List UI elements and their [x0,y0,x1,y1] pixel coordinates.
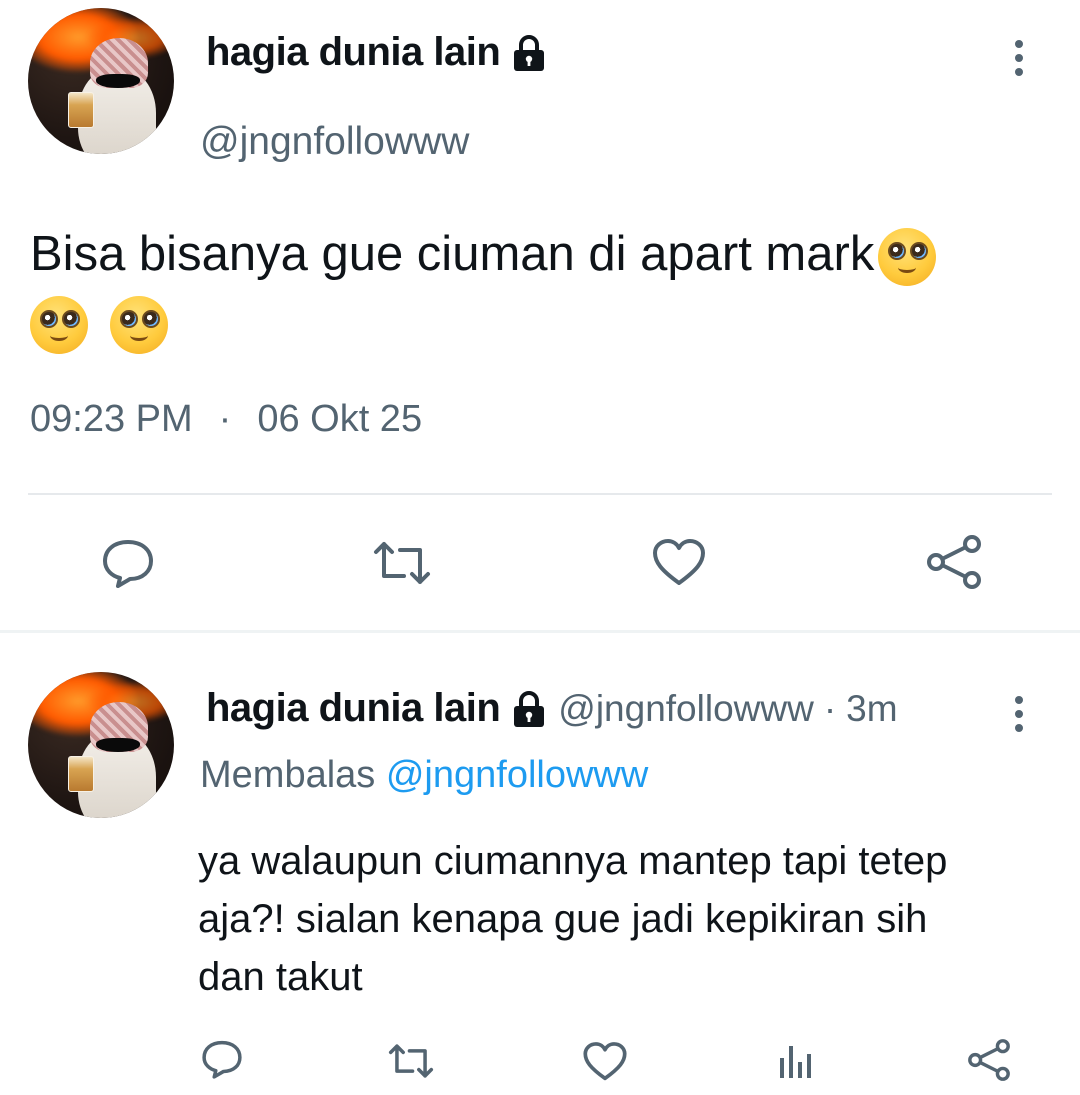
handle[interactable]: @jngnfollowww [200,120,469,164]
lock-icon [510,689,548,729]
reply-text-line: ya walaupun ciumannya mantep tapi tetep [198,839,948,883]
meta-separator: · [218,398,232,440]
share-button[interactable] [966,1038,1012,1082]
analytics-button[interactable] [778,1040,814,1082]
share-icon [927,535,981,589]
lock-icon [510,33,548,73]
section-separator [0,630,1080,633]
more-options-icon[interactable] [1015,40,1023,76]
share-button[interactable] [924,534,984,590]
tweet-age[interactable]: 3m [846,688,897,730]
tweet-date[interactable]: 06 Okt 25 [257,398,422,441]
meta-separator: · [823,687,837,729]
like-button[interactable] [582,1041,628,1083]
avatar[interactable] [28,8,174,154]
pleading-face-icon [30,296,88,355]
more-options-icon[interactable] [1015,696,1023,732]
reply-text-line: aja?! sialan kenapa gue jadi kepikiran s… [198,897,928,941]
display-name[interactable]: hagia dunia lain [206,30,501,75]
avatar[interactable] [28,672,174,818]
replying-to-link[interactable]: @jngnfollowww [386,754,648,796]
reply-icon [202,1040,242,1079]
reply-button[interactable] [200,1038,244,1080]
handle[interactable]: @jngnfollowww [558,688,814,730]
retweet-button[interactable] [370,538,434,588]
tweet-text: Bisa bisanya gue ciuman di apart mark [30,227,875,281]
share-icon [968,1039,1010,1081]
display-name[interactable]: hagia dunia lain [206,686,501,731]
reply-button[interactable] [100,536,156,590]
like-button[interactable] [651,538,707,588]
replying-label: Membalas [200,754,376,796]
reply-text-line: dan takut [198,955,363,999]
reply-icon [103,540,153,588]
pleading-face-icon [109,296,168,355]
tweet-time[interactable]: 09:23 PM [30,398,193,441]
analytics-icon [780,1046,811,1078]
heart-icon [653,539,705,585]
retweet-icon [388,1044,434,1078]
retweet-button[interactable] [386,1041,436,1081]
pleading-face-icon [878,228,937,287]
retweet-icon [374,542,430,584]
heart-icon [583,1042,627,1081]
divider [28,493,1052,495]
